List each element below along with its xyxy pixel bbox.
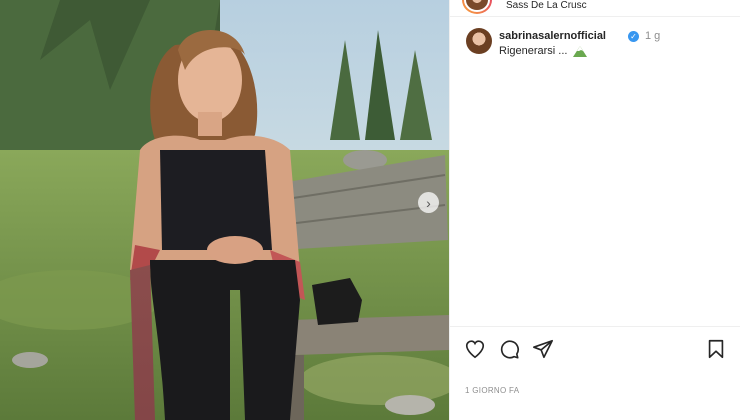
caption-text-row: Rigenerarsi ... <box>499 45 588 57</box>
post-time[interactable]: 1 g <box>645 30 660 42</box>
post-photo[interactable]: › <box>0 0 449 420</box>
share-icon[interactable] <box>532 338 554 360</box>
post-date[interactable]: 1 GIORNO FA <box>465 386 519 395</box>
avatar[interactable] <box>462 0 492 14</box>
post-side-panel: Sass De La Crusc sabrinasalernofficial ✓… <box>449 0 740 420</box>
verified-badge-icon: ✓ <box>628 31 639 42</box>
username-link[interactable]: sabrinasalernofficial <box>499 30 606 42</box>
caption-text: Rigenerarsi ... <box>499 45 568 57</box>
divider <box>450 326 740 327</box>
bookmark-icon[interactable] <box>705 338 727 360</box>
location-link[interactable]: Sass De La Crusc <box>506 0 587 11</box>
mountain-emoji-icon <box>573 45 588 57</box>
action-bar <box>450 336 740 364</box>
comment-icon[interactable] <box>498 338 520 360</box>
heart-icon[interactable] <box>464 338 486 360</box>
next-image-button[interactable]: › <box>418 192 439 213</box>
post-header: Sass De La Crusc <box>450 0 740 17</box>
post-image <box>0 0 449 420</box>
caption-avatar[interactable] <box>466 28 492 54</box>
